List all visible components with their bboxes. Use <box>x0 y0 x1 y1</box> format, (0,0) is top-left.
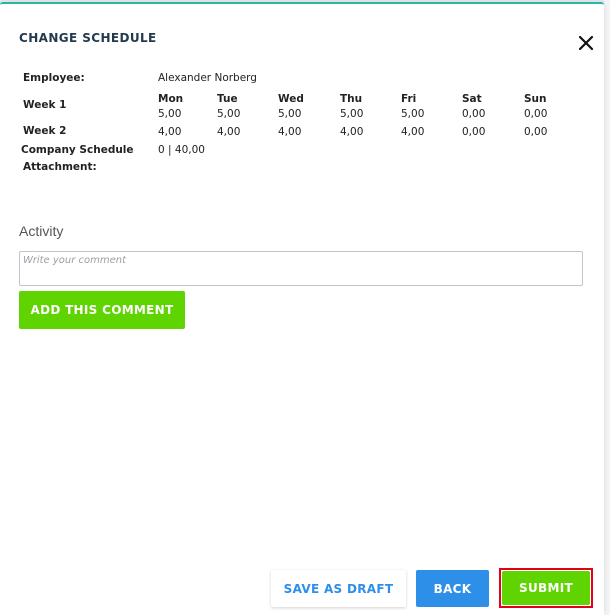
week-2-sun: 0,00 <box>524 126 548 138</box>
week-1-sat: 0,00 <box>462 108 486 120</box>
day-header-wed: Wed <box>278 93 304 105</box>
week-2-label: Week 2 <box>23 125 67 137</box>
submit-highlight: SUBMIT <box>499 568 593 608</box>
week-2-tue: 4,00 <box>217 126 241 138</box>
change-schedule-dialog: CHANGE SCHEDULE Employee: Alexander Norb… <box>0 2 604 615</box>
week-2-wed: 4,00 <box>278 126 302 138</box>
employee-label: Employee: <box>23 72 85 84</box>
day-header-mon: Mon <box>158 93 184 105</box>
company-schedule-label: Company Schedule <box>21 144 134 156</box>
dialog-title: CHANGE SCHEDULE <box>19 31 157 45</box>
day-header-sun: Sun <box>524 93 547 105</box>
attachment-label: Attachment: <box>23 161 97 173</box>
week-1-fri: 5,00 <box>401 108 425 120</box>
save-as-draft-button[interactable]: SAVE AS DRAFT <box>271 570 406 607</box>
week-1-thu: 5,00 <box>340 108 364 120</box>
week-1-wed: 5,00 <box>278 108 302 120</box>
week-1-mon: 5,00 <box>158 108 182 120</box>
week-1-tue: 5,00 <box>217 108 241 120</box>
week-1-label: Week 1 <box>23 99 67 111</box>
week-2-fri: 4,00 <box>401 126 425 138</box>
back-button[interactable]: BACK <box>416 570 489 607</box>
week-2-sat: 0,00 <box>462 126 486 138</box>
week-2-thu: 4,00 <box>340 126 364 138</box>
activity-heading: Activity <box>19 223 64 239</box>
company-schedule-value: 0 | 40,00 <box>158 144 205 156</box>
comment-input[interactable] <box>19 251 583 286</box>
close-icon[interactable] <box>575 32 597 54</box>
add-comment-button[interactable]: ADD THIS COMMENT <box>19 291 185 329</box>
employee-value: Alexander Norberg <box>158 72 257 84</box>
day-header-tue: Tue <box>217 93 238 105</box>
background-edge <box>604 0 610 615</box>
week-2-mon: 4,00 <box>158 126 182 138</box>
day-header-sat: Sat <box>462 93 482 105</box>
week-1-sun: 0,00 <box>524 108 548 120</box>
day-header-fri: Fri <box>401 93 417 105</box>
day-header-thu: Thu <box>340 93 363 105</box>
submit-button[interactable]: SUBMIT <box>502 571 590 605</box>
